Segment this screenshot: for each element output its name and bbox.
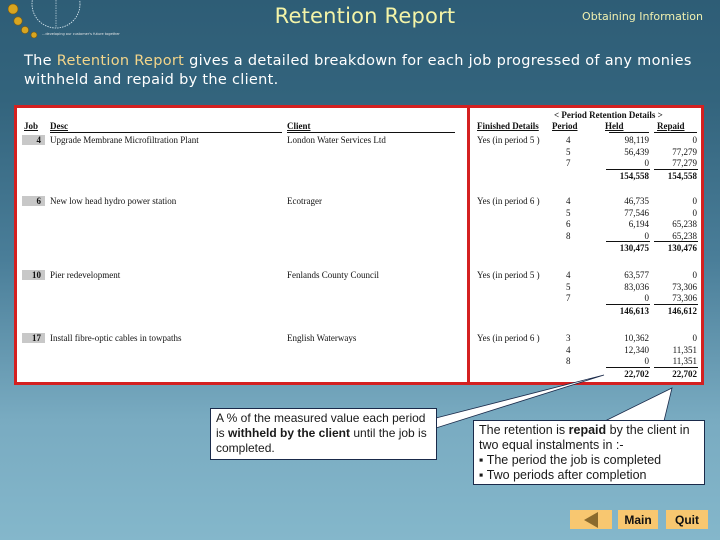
repaid-callout: The retention is repaid by the client in… <box>473 420 705 485</box>
repaid-callout-pre: The retention is <box>479 423 569 437</box>
repaid-callout-bold: repaid <box>568 423 607 437</box>
repaid-bullet-text: The period the job is completed <box>486 453 662 467</box>
withheld-callout-bold: withheld by the client <box>228 426 351 440</box>
back-arrow-icon <box>584 511 598 528</box>
repaid-bullet: ▪ The period the job is completed <box>479 453 662 467</box>
back-button[interactable] <box>570 510 612 529</box>
withheld-callout: A % of the measured value each period is… <box>210 408 437 460</box>
repaid-callout-pointer <box>604 387 673 422</box>
repaid-bullet-text: Two periods after completion <box>486 468 647 482</box>
quit-button[interactable]: Quit <box>666 510 708 529</box>
main-button[interactable]: Main <box>618 510 658 529</box>
repaid-bullet: ▪ Two periods after completion <box>479 468 647 482</box>
